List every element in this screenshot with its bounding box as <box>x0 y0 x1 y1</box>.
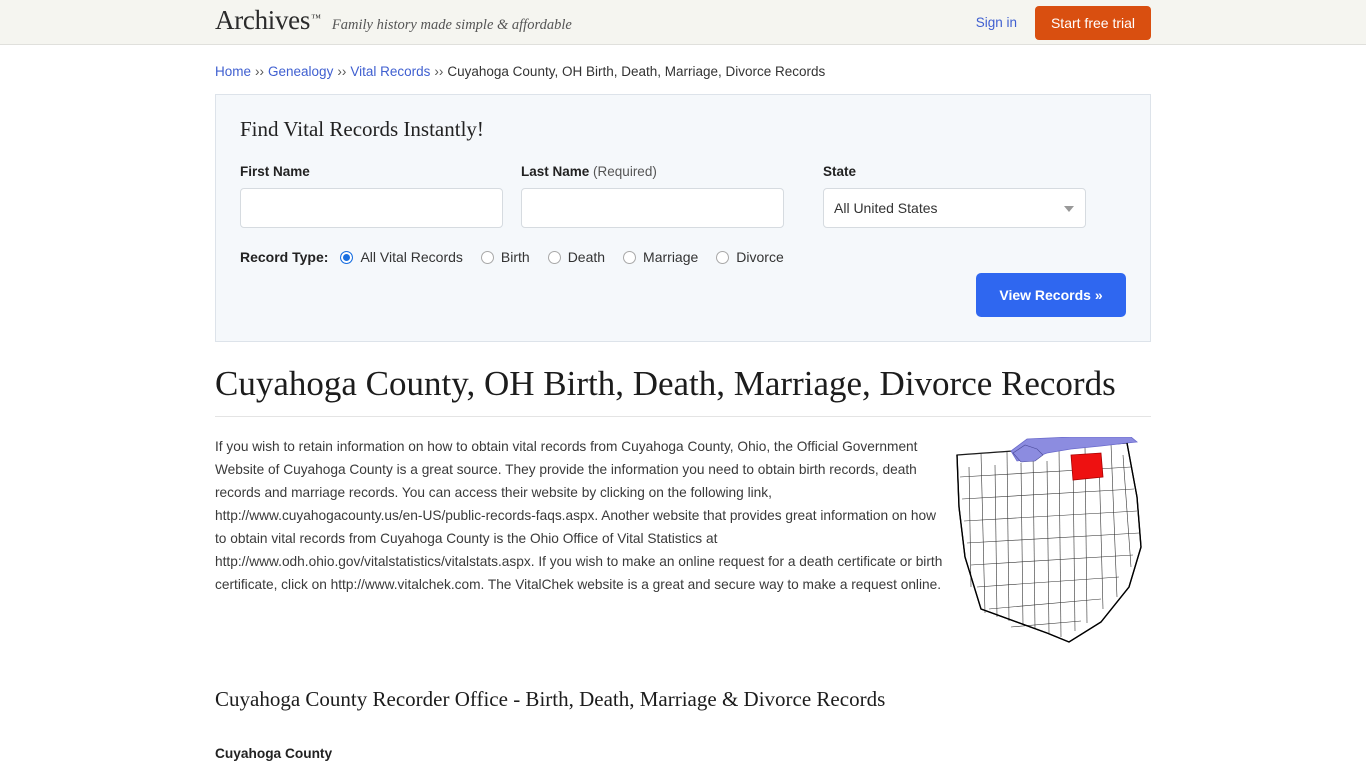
radio-icon <box>623 250 637 264</box>
record-type-option-divorce[interactable]: Divorce <box>716 249 784 265</box>
view-records-button[interactable]: View Records » <box>976 273 1126 317</box>
brand-tagline: Family history made simple & affordable <box>331 17 572 33</box>
last-name-required-note: (Required) <box>593 164 657 179</box>
header-actions: Sign in Start free trial <box>976 0 1151 45</box>
record-type-option-label: Death <box>567 249 606 265</box>
breadcrumb: Home ›› Genealogy ›› Vital Records ›› Cuyahoga… <box>215 45 1151 89</box>
breadcrumb-item-current: Cuyahoga County, OH Birth, Death, Marria… <box>447 64 826 79</box>
radio-icon <box>716 250 730 264</box>
record-type-label: Record Type: <box>240 249 329 265</box>
trademark-icon: ™ <box>311 13 321 24</box>
last-name-label: Last Name (Required) <box>521 164 784 179</box>
state-label-text: State <box>823 164 857 179</box>
brand-name: Archives <box>215 5 311 35</box>
last-name-label-text: Last Name <box>521 164 590 179</box>
start-free-trial-button[interactable]: Start free trial <box>1034 5 1151 40</box>
map-column <box>951 435 1151 657</box>
last-name-field-group: Last Name (Required) <box>521 164 784 228</box>
recorder-office-section-title: Cuyahoga County Recorder Office - Birth,… <box>215 687 886 711</box>
first-name-input[interactable] <box>240 188 503 228</box>
breadcrumb-separator: ›› <box>255 64 265 79</box>
intro-paragraph: If you wish to retain information on how… <box>215 439 943 592</box>
state-select[interactable]: All United States <box>823 188 1086 228</box>
vital-records-search-panel: Find Vital Records Instantly! First Name… <box>215 94 1151 342</box>
record-type-option-marriage[interactable]: Marriage <box>623 249 698 265</box>
page-container: Home ›› Genealogy ›› Vital Records ›› Cuyahoga… <box>215 45 1151 768</box>
ohio-county-map-icon <box>956 436 1142 643</box>
record-type-option-all-vital-records[interactable]: All Vital Records <box>340 249 463 265</box>
content-row: If you wish to retain information on how… <box>215 435 1151 657</box>
first-name-label-text: First Name <box>240 164 310 179</box>
record-type-option-label: Marriage <box>643 249 699 265</box>
breadcrumb-separator: ›› <box>337 64 347 79</box>
record-type-option-label: Birth <box>500 249 530 265</box>
state-select-wrapper: All United States <box>823 188 1086 228</box>
address-name: Cuyahoga County <box>215 746 333 761</box>
cuyahoga-county-highlight <box>1070 452 1104 481</box>
radio-icon <box>480 250 494 264</box>
record-type-option-death[interactable]: Death <box>547 249 606 265</box>
state-field-group: State All United States <box>823 164 1086 228</box>
breadcrumb-item-genealogy[interactable]: Genealogy <box>268 64 333 79</box>
brand-logo[interactable]: Archives ™ Family history made simple & a… <box>215 5 572 36</box>
last-name-input[interactable] <box>521 188 784 228</box>
record-type-option-label: All Vital Records <box>360 249 463 265</box>
page-title: Cuyahoga County, OH Birth, Death, Marria… <box>215 364 1151 417</box>
breadcrumb-item-home[interactable]: Home <box>215 64 251 79</box>
record-type-option-birth[interactable]: Birth <box>480 249 530 265</box>
record-type-option-label: Divorce <box>736 249 784 265</box>
first-name-label: First Name <box>240 164 503 179</box>
search-fields-row: First Name Last Name (Required) State Al… <box>240 164 1126 228</box>
site-header: Archives ™ Family history made simple & a… <box>0 0 1366 45</box>
sign-in-link[interactable]: Sign in <box>976 15 1017 30</box>
header-inner: Archives ™ Family history made simple & a… <box>215 0 1151 44</box>
submit-wrapper: View Records » <box>976 273 1126 317</box>
radio-icon <box>340 250 354 264</box>
state-label: State <box>823 164 1086 179</box>
record-type-row: Record Type: All Vital Records Birth Dea… <box>240 249 1126 265</box>
first-name-field-group: First Name <box>240 164 503 228</box>
breadcrumb-item-vital-records[interactable]: Vital Records <box>350 64 430 79</box>
recorder-office-address: Cuyahoga County 1219 Ontario St, Rm 220 … <box>215 742 1151 768</box>
breadcrumb-separator: ›› <box>434 64 444 79</box>
search-panel-title: Find Vital Records Instantly! <box>240 117 484 141</box>
radio-icon <box>547 250 561 264</box>
